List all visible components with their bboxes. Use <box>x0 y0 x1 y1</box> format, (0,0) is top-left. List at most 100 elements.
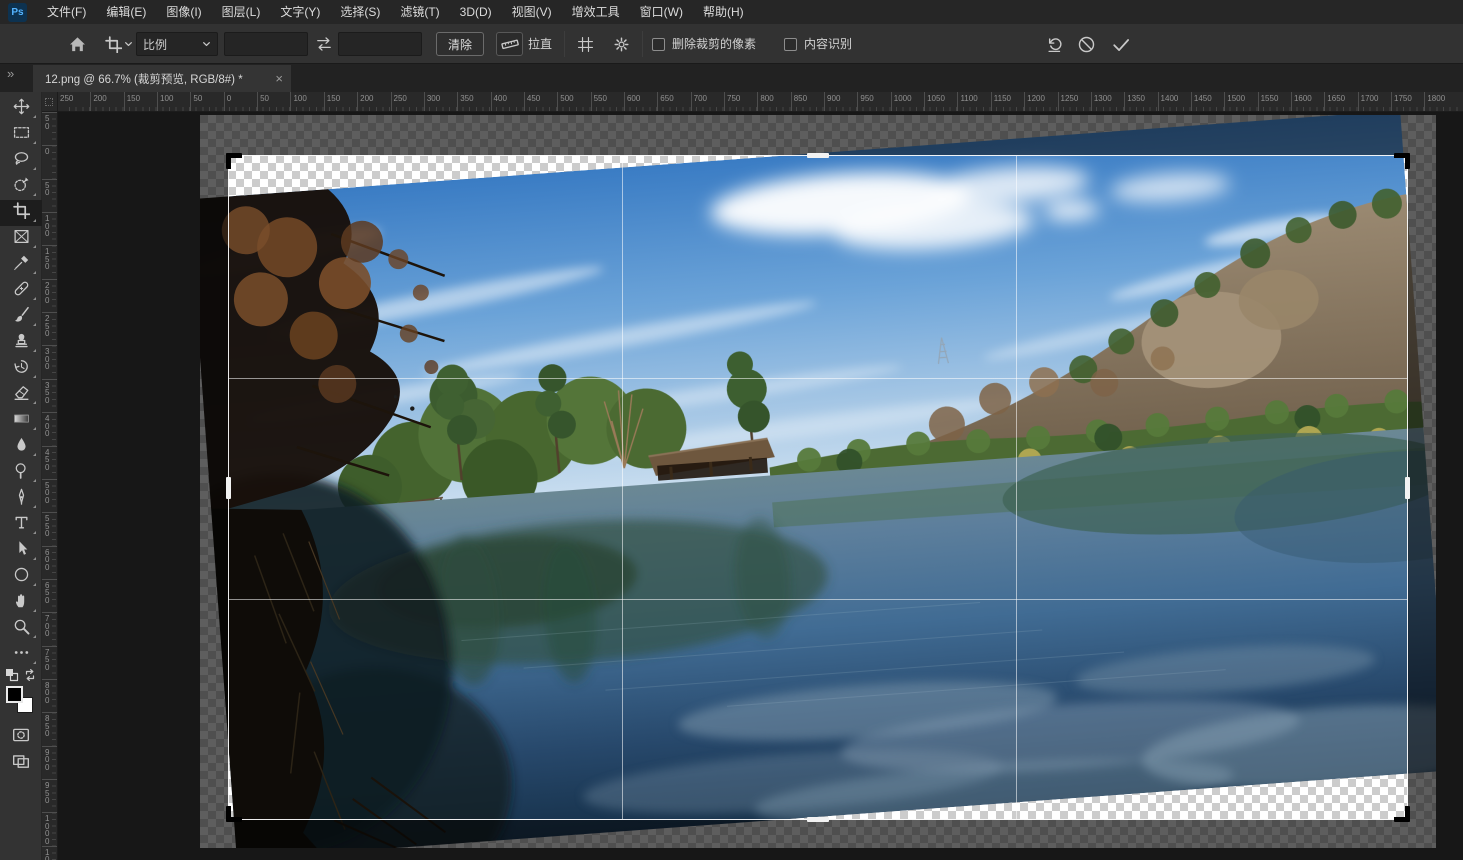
more-options-icon <box>13 644 30 666</box>
close-tab-icon[interactable]: × <box>275 71 283 86</box>
tool-more-options[interactable] <box>0 642 42 668</box>
vertical-ruler[interactable]: 5 005 01 0 01 5 02 0 02 5 03 0 03 5 04 0… <box>42 112 58 860</box>
tab-strip: » 12.png @ 66.7% (裁剪预览, RGB/8#) * × <box>0 64 1463 92</box>
horizontal-ruler[interactable]: 2502001501005005010015020025030035040045… <box>58 92 1463 112</box>
menu-item[interactable]: 3D(D) <box>450 0 502 24</box>
object-selection-icon <box>13 176 30 198</box>
content-aware-label: 内容识别 <box>804 24 852 64</box>
toolbar-collapse-chevrons[interactable]: » <box>7 66 14 81</box>
marquee-icon <box>13 124 30 146</box>
tool-hand[interactable] <box>0 590 42 616</box>
tool-type[interactable] <box>0 512 42 538</box>
crop-width-input[interactable] <box>224 32 308 56</box>
tool-object-selection[interactable] <box>0 174 42 200</box>
separator <box>564 31 565 57</box>
cancel-crop-button[interactable] <box>1075 33 1097 55</box>
tool-lasso[interactable] <box>0 148 42 174</box>
document-tab[interactable]: 12.png @ 66.7% (裁剪预览, RGB/8#) * × <box>33 65 291 92</box>
quick-mask-button[interactable] <box>11 726 31 749</box>
tool-history-brush[interactable] <box>0 356 42 382</box>
menu-item[interactable]: 增效工具 <box>562 0 630 24</box>
ruler-origin-box[interactable] <box>42 92 58 112</box>
menu-item[interactable]: 文字(Y) <box>270 0 330 24</box>
move-icon <box>13 98 30 120</box>
content-aware-checkbox[interactable] <box>784 38 797 51</box>
default-colors-icon[interactable] <box>5 668 19 687</box>
ellipse-icon <box>13 566 30 588</box>
crop-settings-button[interactable] <box>610 34 632 54</box>
photoshop-logo[interactable]: Ps <box>8 3 27 22</box>
hand-icon <box>13 592 30 614</box>
brush-icon <box>13 306 30 328</box>
menu-item[interactable]: 编辑(E) <box>96 0 156 24</box>
menu-item[interactable]: 图层(L) <box>212 0 271 24</box>
document-tab-title: 12.png @ 66.7% (裁剪预览, RGB/8#) * <box>45 71 269 87</box>
tool-eraser[interactable] <box>0 382 42 408</box>
tool-blur[interactable] <box>0 434 42 460</box>
pen-icon <box>13 488 30 510</box>
tool-marquee[interactable] <box>0 122 42 148</box>
tool-ellipse[interactable] <box>0 564 42 590</box>
menu-item[interactable]: 窗口(W) <box>630 0 693 24</box>
tool-move[interactable] <box>0 96 42 122</box>
menu-item[interactable]: 帮助(H) <box>693 0 754 24</box>
delete-cropped-pixels-checkbox[interactable] <box>652 38 665 51</box>
dodge-icon <box>13 462 30 484</box>
menu-item[interactable]: 视图(V) <box>502 0 562 24</box>
menu-item[interactable]: 滤镜(T) <box>390 0 449 24</box>
tool-clone-stamp[interactable] <box>0 330 42 356</box>
tool-brush[interactable] <box>0 304 42 330</box>
chevron-down-icon <box>124 40 133 48</box>
tool-spot-healing[interactable] <box>0 278 42 304</box>
gear-icon <box>613 36 630 53</box>
menu-item[interactable]: 文件(F) <box>37 0 96 24</box>
tool-crop[interactable] <box>0 200 42 226</box>
tool-gradient[interactable] <box>0 408 42 434</box>
tool-path-selection[interactable] <box>0 538 42 564</box>
tool-eyedropper[interactable] <box>0 252 42 278</box>
tool-dodge[interactable] <box>0 460 42 486</box>
tool-zoom[interactable] <box>0 616 42 642</box>
mini-color-row <box>0 668 42 687</box>
path-selection-icon <box>13 540 30 562</box>
crop-ratio-select[interactable]: 比例 <box>136 32 218 56</box>
crop-height-input[interactable] <box>338 32 422 56</box>
options-bar: 比例 清除 拉直 删除裁剪的像素 内容识别 <box>0 24 1463 64</box>
crop-preview-area[interactable] <box>228 155 1408 820</box>
crop-tool-preset-button[interactable] <box>104 33 134 55</box>
swap-colors-icon[interactable] <box>23 668 37 687</box>
commit-icon <box>1111 35 1131 54</box>
commit-crop-button[interactable] <box>1109 33 1133 55</box>
straighten-button[interactable] <box>496 32 523 56</box>
cancel-icon <box>1077 35 1096 54</box>
reset-icon <box>1046 35 1065 54</box>
overlay-options-button[interactable] <box>574 34 596 54</box>
reset-crop-button[interactable] <box>1044 33 1066 55</box>
tool-frame[interactable] <box>0 226 42 252</box>
grid-overlay-icon <box>577 36 594 53</box>
lasso-icon <box>13 150 30 172</box>
crop-icon <box>105 36 122 53</box>
screen-mode-button[interactable] <box>11 752 31 775</box>
clone-stamp-icon <box>13 332 30 354</box>
zoom-icon <box>13 618 30 640</box>
history-brush-icon <box>13 358 30 380</box>
tool-panel <box>0 92 42 860</box>
home-icon[interactable] <box>66 34 88 54</box>
foreground-color-swatch[interactable] <box>6 686 23 703</box>
swap-width-height-icon[interactable] <box>314 34 334 54</box>
lake-photo <box>228 155 1408 820</box>
delete-cropped-pixels-label: 删除裁剪的像素 <box>672 24 756 64</box>
menu-item[interactable]: 选择(S) <box>330 0 390 24</box>
menu-item[interactable]: 图像(I) <box>156 0 211 24</box>
type-icon <box>13 514 30 536</box>
tool-pen[interactable] <box>0 486 42 512</box>
straighten-label: 拉直 <box>528 24 552 64</box>
gradient-icon <box>13 410 30 432</box>
level-icon <box>501 35 519 53</box>
crop-icon <box>13 202 30 224</box>
frame-icon <box>13 228 30 250</box>
menu-bar: Ps 文件(F)编辑(E)图像(I)图层(L)文字(Y)选择(S)滤镜(T)3D… <box>0 0 1463 24</box>
clear-button[interactable]: 清除 <box>436 32 484 56</box>
color-swatches <box>6 686 36 718</box>
